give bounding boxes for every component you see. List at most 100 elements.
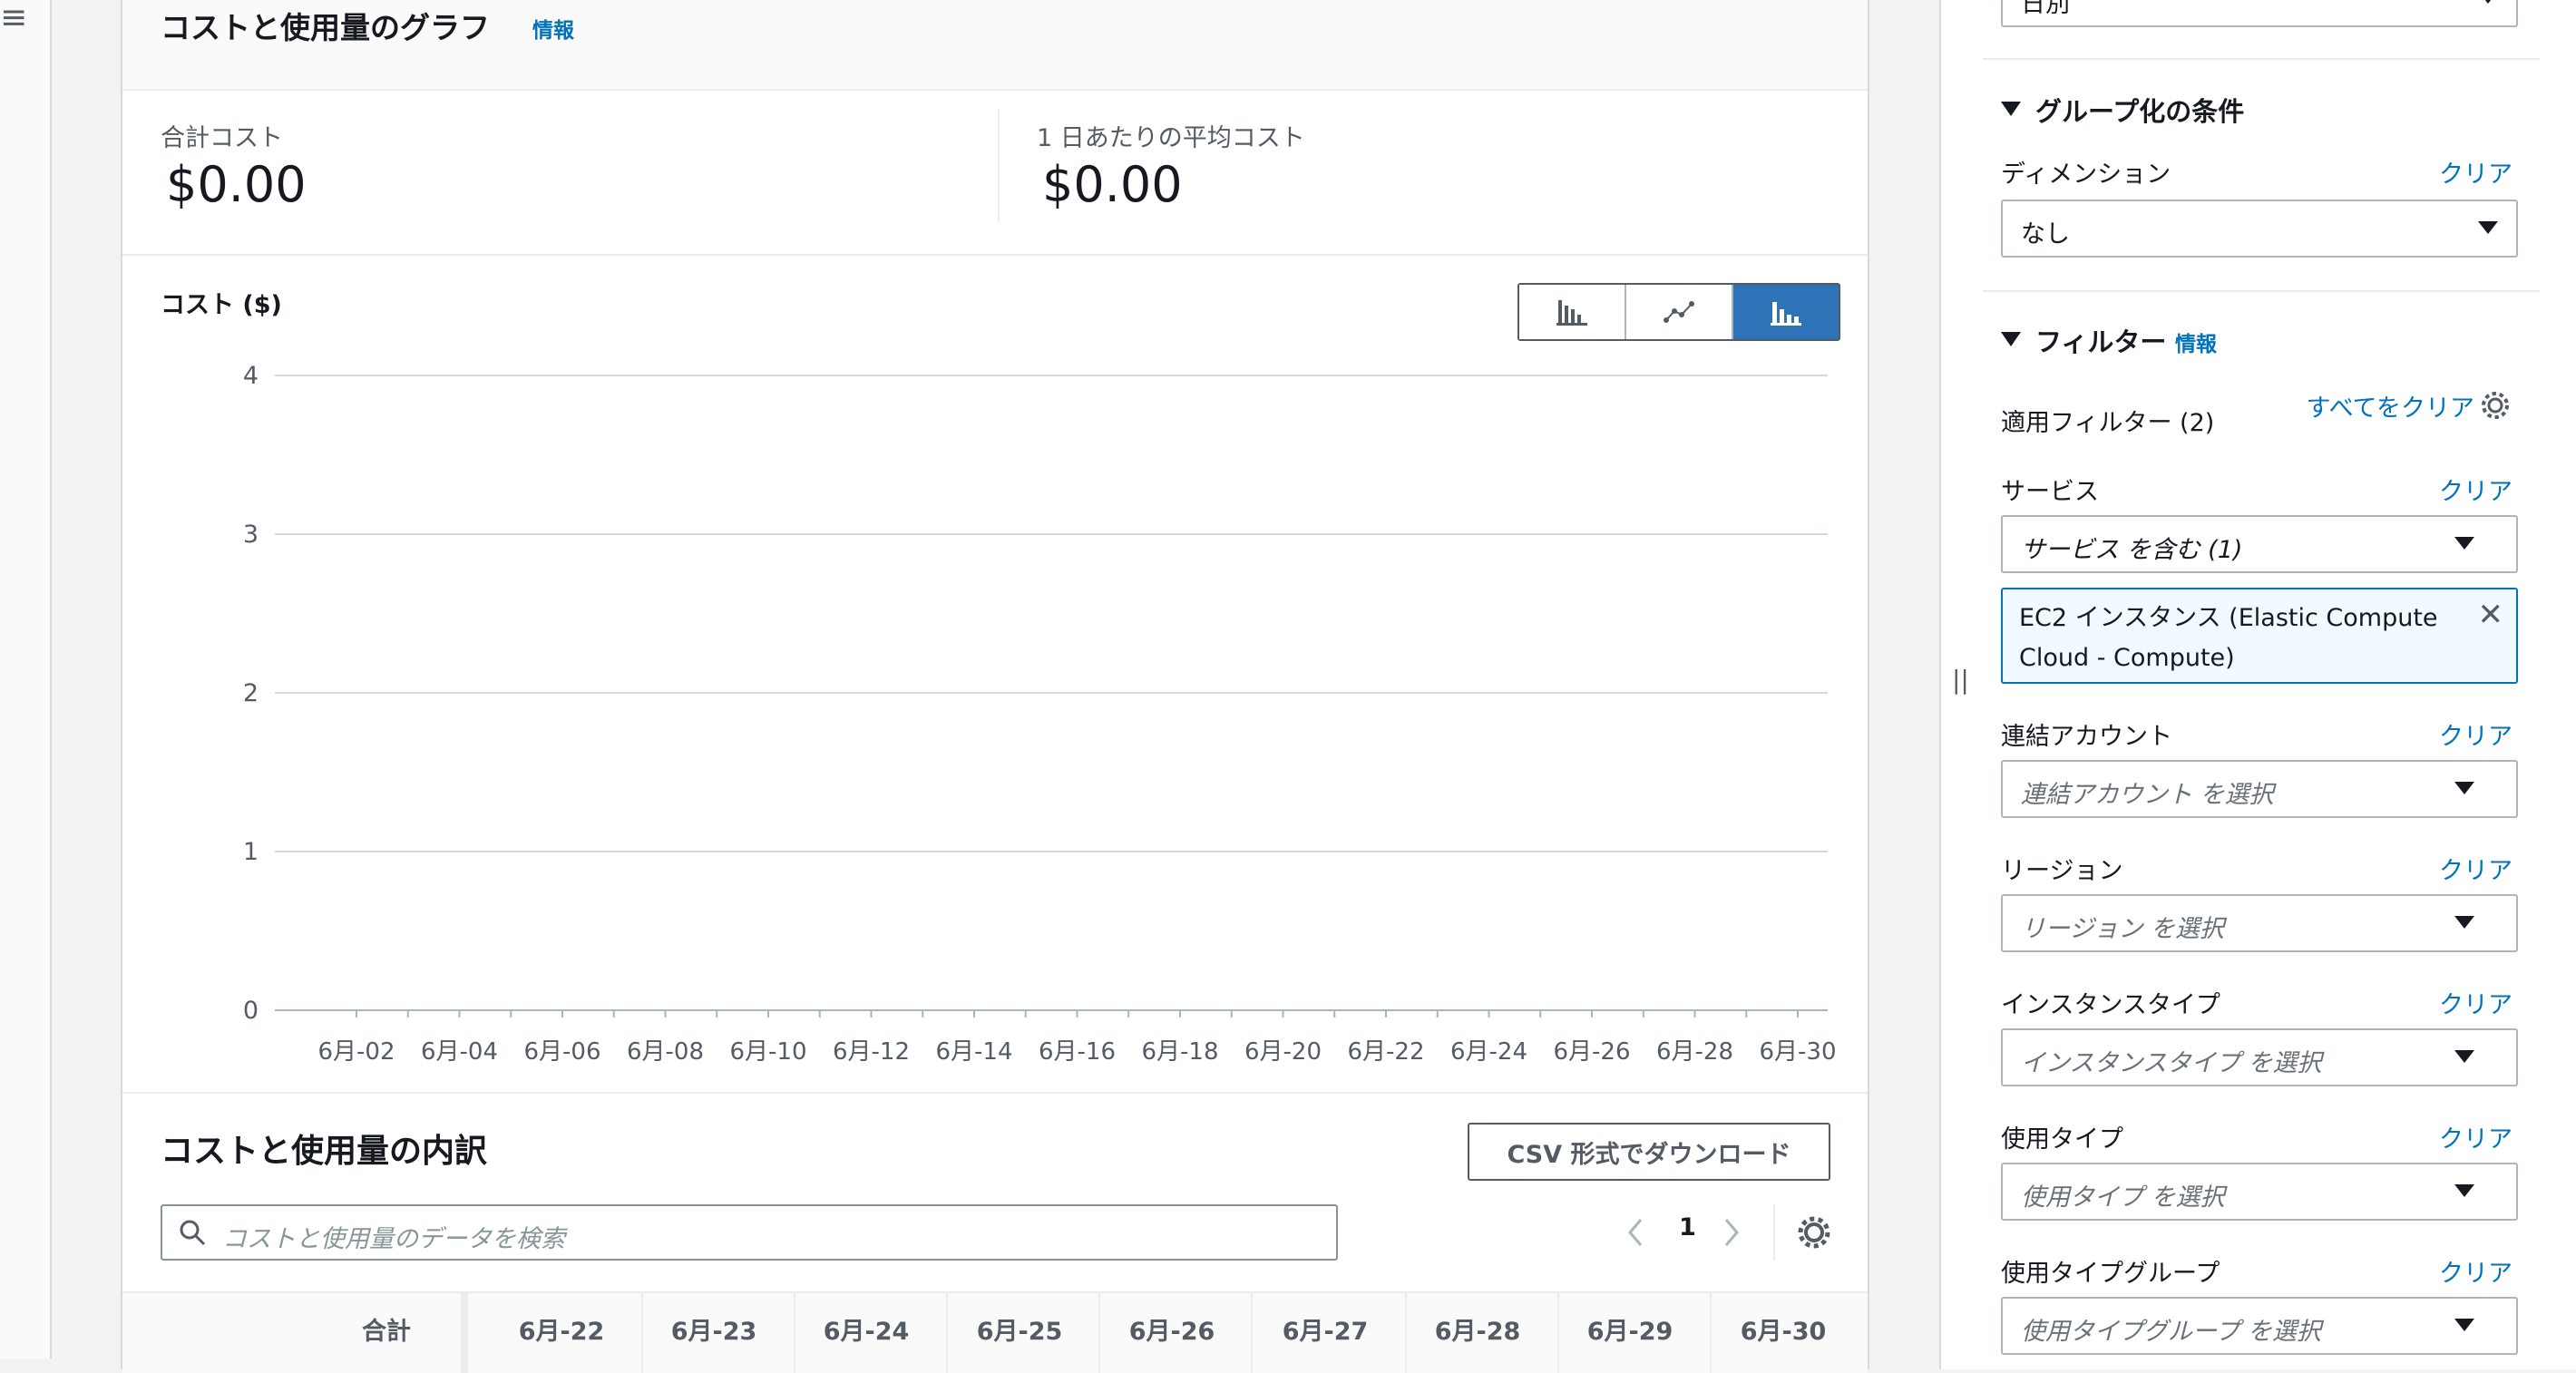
service-select[interactable]: サービス を含む (1) [2001,515,2518,573]
x-tick-label: 6月-16 [1039,1038,1116,1066]
caret-down-icon[interactable] [2001,332,2021,346]
granularity-select[interactable]: 日別 [2001,0,2518,27]
x-tick-label: 6月-08 [627,1038,704,1066]
divider [1983,290,2540,292]
download-csv-button[interactable]: CSV 形式でダウンロード [1468,1123,1830,1181]
chevron-down-icon [2454,1319,2474,1331]
filter-clear-link[interactable]: クリア [2439,716,2513,752]
column-divider [1557,1293,1559,1373]
filter-select-placeholder: 使用タイプグループ を選択 [2021,1318,2321,1346]
filter-select-placeholder: 連結アカウント を選択 [2021,781,2274,809]
cost-graph-panel: コストと使用量のグラフ 情報 合計コスト $0.00 1 日あたりの平均コスト … [121,0,1869,1373]
filter-label: リージョン [2001,857,2123,885]
filter-select[interactable]: 連結アカウント を選択 [2001,760,2518,818]
column-header[interactable]: 6月-26 [1105,1311,1239,1347]
filter-label: 使用タイプ [2001,1125,2123,1154]
dimension-label: ディメンション [2001,161,2171,189]
filter-clear-link[interactable]: クリア [2439,851,2513,886]
column-divider [794,1293,795,1373]
divider [1983,58,2540,60]
menu-icon[interactable]: ≡ [0,0,27,36]
current-page[interactable]: 1 [1679,1213,1696,1242]
panel-resize-handle[interactable]: || [1952,665,1969,695]
column-divider [1710,1293,1712,1373]
column-header[interactable]: 6月-29 [1563,1311,1697,1347]
column-header[interactable]: 6月-27 [1258,1311,1392,1347]
column-divider [461,1293,468,1373]
granularity-value: 日別 [2021,0,2070,18]
cost-chart: 0 1 2 3 4 6月-02 6月-04 6月-06 6月-08 6月-10 6月-12 6月-14… [243,362,1837,1066]
filter-clear-link[interactable]: クリア [2439,1253,2513,1289]
filter-clear-link[interactable]: クリア [2439,985,2513,1020]
applied-filters-label: 適用フィルター (2) [2001,409,2215,437]
service-token-label: EC2 インスタンス (Elastic Compute Cloud - Comp… [2019,604,2438,672]
chart-type-toggle [1517,283,1840,341]
stacked-bar-chart-button[interactable] [1733,285,1839,339]
line-chart-icon [1664,301,1694,323]
x-tick-label: 6月-26 [1553,1038,1630,1066]
column-header[interactable]: 6月-23 [647,1311,781,1347]
service-filter-token: EC2 インスタンス (Elastic Compute Cloud - Comp… [2001,588,2518,684]
total-cost-value: $0.00 [166,156,307,213]
left-nav-rail [0,0,52,1358]
column-header[interactable]: 6月-30 [1715,1311,1851,1347]
service-value: サービス を含む (1) [2021,536,2243,564]
bar-chart-button[interactable] [1519,285,1626,339]
dimension-value: なし [2021,220,2070,248]
chart-ylabel: コスト ($) [161,291,282,319]
next-page-icon[interactable] [1722,1217,1741,1248]
filter-label: 使用タイプグループ [2001,1260,2220,1288]
close-icon[interactable]: ✕ [2478,597,2504,633]
x-tick-label: 6月-06 [523,1038,600,1066]
x-tick-label: 6月-28 [1656,1038,1733,1066]
x-tick-label: 6月-12 [833,1038,910,1066]
chevron-down-icon [2454,1050,2474,1063]
filter-select[interactable]: インスタンスタイプ を選択 [2001,1028,2518,1086]
filter-select-placeholder: 使用タイプ を選択 [2021,1183,2225,1212]
filter-select[interactable]: 使用タイプグループ を選択 [2001,1297,2518,1355]
x-tick-label: 6月-20 [1244,1038,1322,1066]
metric-divider [998,109,1000,221]
x-tick-label: 6月-02 [317,1038,395,1066]
column-divider [946,1293,948,1373]
column-header-total[interactable]: 合計 [318,1311,454,1347]
filter-select[interactable]: 使用タイプ を選択 [2001,1163,2518,1221]
chevron-down-icon [2454,537,2474,550]
filter-select-placeholder: リージョン を選択 [2021,915,2225,943]
filters-info-link[interactable]: 情報 [2175,326,2217,357]
service-clear-link[interactable]: クリア [2439,472,2513,507]
group-by-title[interactable]: グループ化の条件 [2035,91,2244,129]
x-tick-label: 6月-24 [1450,1038,1527,1066]
chevron-down-icon [2478,0,2498,4]
search-input[interactable]: コストと使用量のデータを検索 [161,1204,1338,1261]
settings-gear-icon[interactable] [2480,390,2511,421]
filter-clear-link[interactable]: クリア [2439,1119,2513,1154]
dimension-select[interactable]: なし [2001,200,2518,258]
line-chart-button[interactable] [1626,285,1733,339]
column-header[interactable]: 6月-28 [1410,1311,1545,1347]
graph-info-link[interactable]: 情報 [532,13,574,44]
filter-select[interactable]: リージョン を選択 [2001,894,2518,952]
y-tick-label: 0 [243,997,259,1025]
breakdown-title: コストと使用量の内訳 [161,1133,488,1170]
settings-gear-icon[interactable] [1797,1215,1831,1250]
x-tick-label: 6月-22 [1347,1038,1424,1066]
clear-all-link[interactable]: すべてをクリア [2307,388,2475,424]
filter-select-placeholder: インスタンスタイプ を選択 [2021,1049,2322,1077]
caret-down-icon[interactable] [2001,102,2021,116]
pager-divider [1773,1204,1775,1261]
service-label: サービス [2001,478,2099,506]
y-tick-label: 4 [243,362,259,390]
graph-title: コストと使用量のグラフ [161,10,490,45]
total-cost-label: 合計コスト [161,124,283,152]
column-header[interactable]: 6月-25 [952,1311,1087,1347]
column-header[interactable]: 6月-24 [799,1311,933,1347]
bar-chart-icon [1556,300,1587,326]
dimension-clear-link[interactable]: クリア [2439,154,2513,190]
prev-page-icon[interactable] [1626,1217,1644,1248]
filters-title[interactable]: フィルター [2035,321,2166,359]
x-tick-label: 6月-10 [729,1038,806,1066]
y-tick-label: 2 [243,679,259,707]
stacked-bar-chart-icon [1771,302,1801,326]
column-header[interactable]: 6月-22 [494,1311,629,1347]
